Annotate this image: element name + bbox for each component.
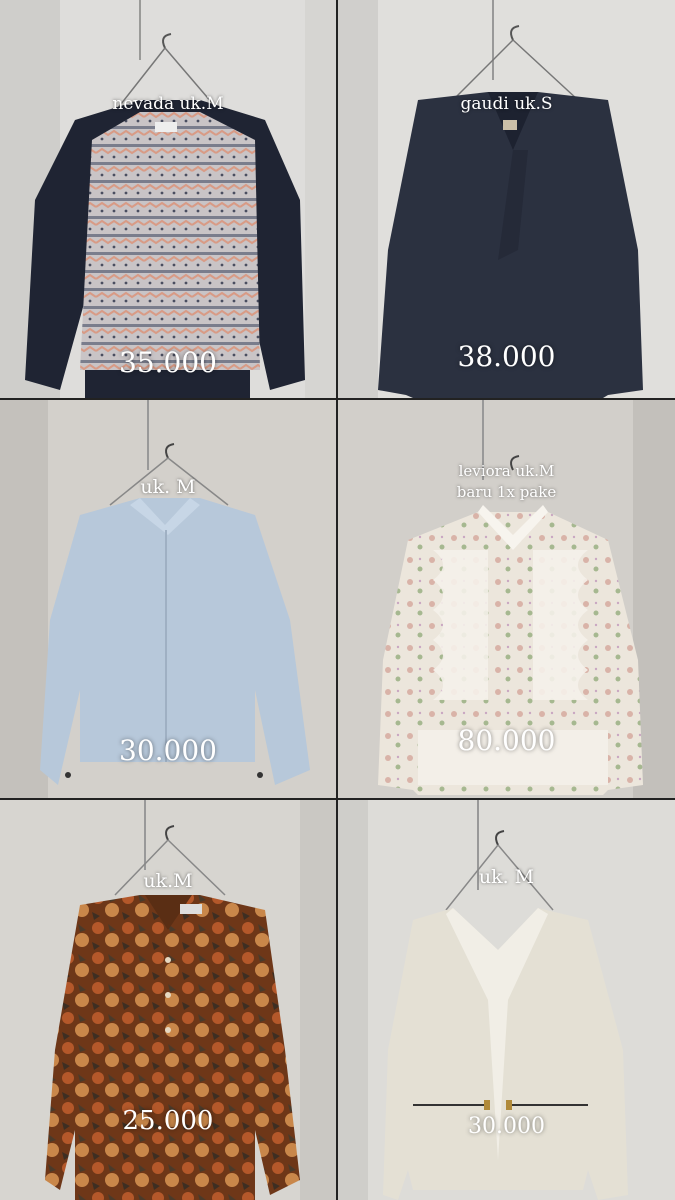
- blouse-photo: [338, 0, 675, 398]
- item-label: gaudi uk.S: [460, 94, 553, 114]
- product-card-cardigan[interactable]: uk. M 30.000: [338, 800, 675, 1200]
- item-price: 38.000: [457, 340, 556, 373]
- item-price: 30.000: [119, 734, 217, 767]
- item-label: nevada uk.M: [112, 94, 224, 114]
- sweater-photo: [0, 0, 336, 398]
- product-card-blue-shirt[interactable]: uk. M 30.000: [0, 400, 336, 798]
- product-card-leviora[interactable]: leviora uk.M baru 1x pake 80.000: [338, 400, 675, 798]
- item-price: 30.000: [468, 1114, 545, 1139]
- item-label: uk. M: [140, 476, 196, 498]
- product-card-nevada[interactable]: nevada uk.M 35.000: [0, 0, 336, 398]
- cardigan-photo: [338, 800, 675, 1200]
- product-card-gaudi[interactable]: gaudi uk.S 38.000: [338, 0, 675, 398]
- item-label-line2: baru 1x pake: [456, 483, 557, 501]
- item-label: uk. M: [478, 866, 535, 888]
- product-grid: nevada uk.M 35.000 gaudi uk.S 38.000 uk.…: [0, 0, 675, 1200]
- item-price: 35.000: [119, 346, 217, 379]
- item-price: 80.000: [457, 724, 556, 757]
- floral-blouse-photo: [0, 800, 336, 1200]
- item-label-line1: leviora uk.M: [458, 462, 555, 480]
- item-price: 25.000: [122, 1106, 214, 1136]
- product-card-floral-blouse[interactable]: uk.M 25.000: [0, 800, 336, 1200]
- item-label: uk.M: [143, 870, 193, 892]
